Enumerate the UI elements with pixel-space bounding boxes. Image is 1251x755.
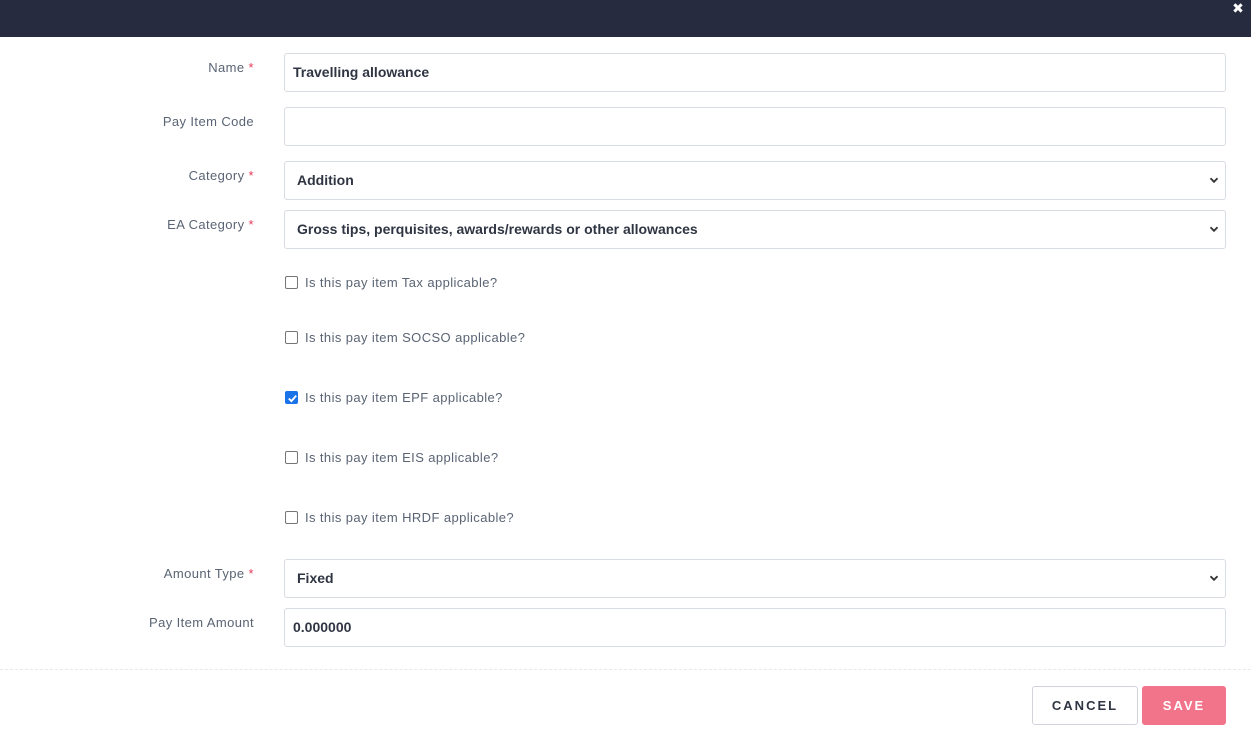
checkbox-label: Is this pay item EIS applicable? xyxy=(305,449,499,465)
pay-item-code-input[interactable] xyxy=(284,107,1226,146)
ea-category-label: EA Category * xyxy=(167,217,254,232)
category-select[interactable]: Addition xyxy=(284,161,1226,200)
required-mark: * xyxy=(248,217,254,232)
ea-category-select[interactable]: Gross tips, perquisites, awards/rewards … xyxy=(284,210,1226,249)
required-mark: * xyxy=(248,566,254,581)
epf-applicable-checkbox[interactable] xyxy=(285,390,298,404)
ea-category-selected-value: Gross tips, perquisites, awards/rewards … xyxy=(297,221,698,237)
hrdf-applicable-row[interactable]: Is this pay item HRDF applicable? xyxy=(284,509,514,525)
eis-applicable-checkbox[interactable] xyxy=(285,450,298,464)
eis-applicable-row[interactable]: Is this pay item EIS applicable? xyxy=(284,449,499,465)
socso-applicable-checkbox[interactable] xyxy=(285,330,298,344)
footer-divider xyxy=(0,669,1251,670)
tax-applicable-checkbox[interactable] xyxy=(285,275,298,289)
chevron-down-icon xyxy=(1209,573,1219,583)
epf-applicable-row[interactable]: Is this pay item EPF applicable? xyxy=(284,389,503,405)
amount-type-label: Amount Type * xyxy=(163,566,254,581)
checkbox-label: Is this pay item SOCSO applicable? xyxy=(305,329,526,345)
pay-item-amount-label: Pay Item Amount xyxy=(149,615,254,630)
amount-type-selected-value: Fixed xyxy=(297,570,334,586)
checkbox-label: Is this pay item EPF applicable? xyxy=(305,389,503,405)
category-selected-value: Addition xyxy=(297,172,354,188)
pay-item-code-label: Pay Item Code xyxy=(162,114,254,129)
checkbox-label: Is this pay item HRDF applicable? xyxy=(305,509,514,525)
modal-header-bar: ✖ xyxy=(0,0,1251,37)
name-input[interactable]: Travelling allowance xyxy=(284,53,1226,92)
close-icon[interactable]: ✖ xyxy=(1229,0,1247,18)
save-button[interactable]: SAVE xyxy=(1142,686,1226,725)
socso-applicable-row[interactable]: Is this pay item SOCSO applicable? xyxy=(284,329,526,345)
name-label: Name * xyxy=(208,60,254,75)
chevron-down-icon xyxy=(1209,175,1219,185)
required-mark: * xyxy=(248,168,254,183)
required-mark: * xyxy=(248,60,254,75)
checkmark-icon xyxy=(288,394,297,402)
cancel-button[interactable]: CANCEL xyxy=(1032,686,1138,725)
tax-applicable-row[interactable]: Is this pay item Tax applicable? xyxy=(284,274,498,290)
checkbox-label: Is this pay item Tax applicable? xyxy=(305,274,498,290)
category-label: Category * xyxy=(188,168,254,183)
amount-type-select[interactable]: Fixed xyxy=(284,559,1226,598)
pay-item-amount-input[interactable]: 0.000000 xyxy=(284,608,1226,647)
hrdf-applicable-checkbox[interactable] xyxy=(285,510,298,524)
chevron-down-icon xyxy=(1209,224,1219,234)
